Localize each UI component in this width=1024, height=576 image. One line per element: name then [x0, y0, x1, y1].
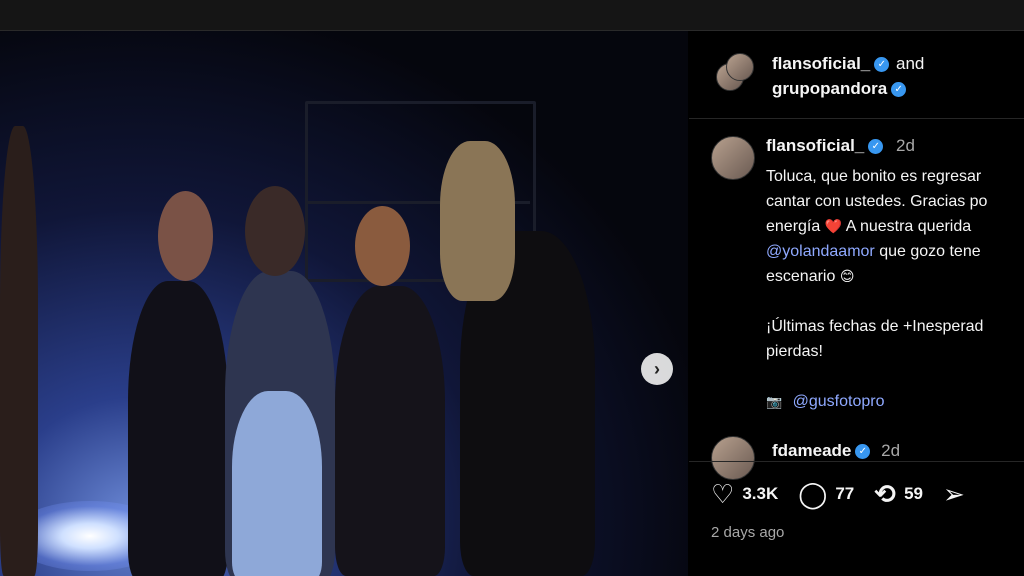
and-text: and — [896, 54, 925, 73]
next-slide-button[interactable]: › — [641, 353, 673, 385]
chevron-right-icon: › — [654, 358, 660, 379]
caption-line: @yolandaamor que gozo tene — [766, 243, 981, 260]
smile-emoji-icon: 😊 — [839, 268, 855, 284]
comment-avatar[interactable] — [711, 436, 755, 480]
post-photo[interactable]: › — [0, 31, 688, 576]
caption-line: cantar con ustedes. Gracias po — [766, 193, 988, 210]
verified-icon: ✓ — [891, 82, 907, 98]
verified-icon: ✓ — [855, 444, 871, 460]
mention-link[interactable]: @yolandaamor — [766, 243, 875, 260]
post-info-panel: flansoficial_ ✓ and grupopandora ✓ flansof… — [689, 31, 1024, 576]
caption-line: energía ❤️ A nuestra querida — [766, 218, 972, 235]
caption-text: Toluca, que bonito es regresar cantar co… — [766, 164, 1024, 414]
caption-username[interactable]: flansoficial_ — [766, 136, 864, 155]
repost-button[interactable]: ⟲ 59 — [874, 481, 923, 507]
comment-username[interactable]: fdameade — [772, 441, 851, 460]
header-username-2[interactable]: grupopandora — [772, 79, 887, 98]
performer-1 — [128, 281, 228, 576]
heart-icon: ♡ — [711, 479, 735, 509]
comment-icon: ◯ — [798, 479, 828, 509]
verified-icon: ✓ — [874, 57, 890, 73]
photographer-mention-link[interactable]: @gusfotopro — [793, 393, 885, 410]
repost-count: 59 — [904, 484, 923, 503]
comment-time: 2d — [881, 441, 901, 460]
performer-4-head — [440, 141, 515, 301]
actions-divider — [689, 461, 1024, 462]
action-bar: ♡ 3.3K ◯ 77 ⟲ 59 ➢ — [711, 481, 993, 507]
caption-time: 2d — [896, 136, 915, 155]
comment-count: 77 — [835, 484, 855, 503]
header-username-1[interactable]: flansoficial_ — [772, 54, 870, 73]
repost-icon: ⟲ — [874, 479, 897, 509]
performer-1-head — [158, 191, 213, 281]
performer-3-head — [355, 206, 410, 286]
performer-2-head — [245, 186, 305, 276]
caption-header: flansoficial_ ✓ 2d — [766, 136, 915, 156]
caption-line: pierdas! — [766, 343, 823, 360]
post-header: flansoficial_ ✓ and grupopandora ✓ — [772, 51, 924, 101]
share-button[interactable]: ➢ — [943, 481, 973, 507]
caption-line: Toluca, que bonito es regresar — [766, 168, 982, 185]
heart-emoji-icon: ❤️ — [824, 218, 843, 234]
like-count: 3.3K — [742, 484, 779, 503]
like-button[interactable]: ♡ 3.3K — [711, 481, 778, 507]
top-bar — [0, 0, 1024, 31]
comment-button[interactable]: ◯ 77 — [798, 481, 854, 507]
header-divider — [689, 118, 1024, 119]
caption-avatar[interactable] — [711, 136, 755, 180]
performer-left-edge — [0, 126, 38, 576]
caption-line: escenario 😊 — [766, 268, 855, 285]
camera-emoji-icon: 📷 — [766, 394, 783, 409]
caption-line: 📷 @gusfotopro — [766, 389, 1024, 414]
performer-3 — [335, 286, 445, 576]
send-icon: ➢ — [942, 479, 965, 509]
comment-header: fdameade ✓ 2d — [772, 441, 900, 461]
performer-2-jeans — [232, 391, 322, 576]
post-date: 2 days ago — [711, 524, 785, 541]
header-avatar-2[interactable] — [726, 53, 754, 81]
caption-line: ¡Últimas fechas de +Inesperad — [766, 318, 984, 335]
verified-icon: ✓ — [868, 139, 884, 155]
